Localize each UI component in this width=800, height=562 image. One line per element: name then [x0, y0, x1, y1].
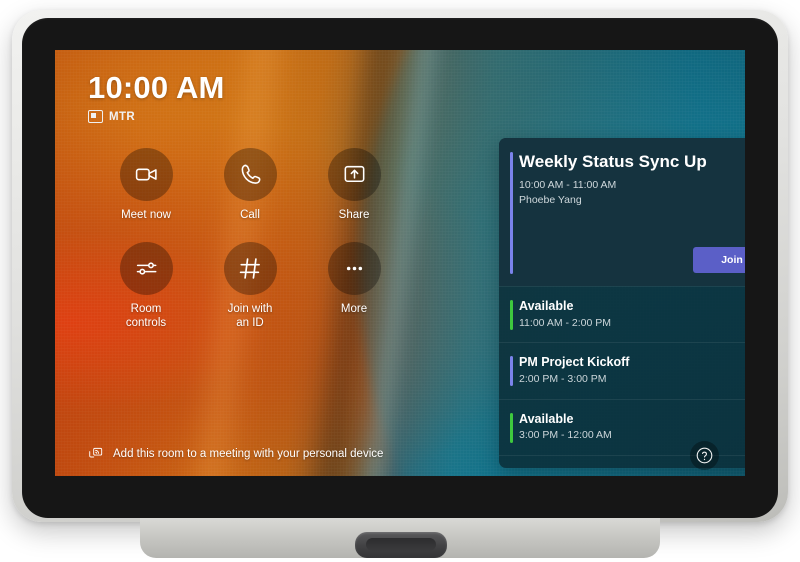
- agenda-title: PM Project Kickoff: [519, 355, 630, 370]
- join-button[interactable]: Join: [693, 247, 745, 273]
- sliders-icon: [136, 262, 156, 275]
- phone-icon: [241, 164, 260, 184]
- meeting-title: Weekly Status Sync Up: [519, 152, 707, 171]
- action-grid: Meet now Call Share Room controls Join w…: [117, 148, 417, 350]
- screen-bottom-band: [55, 476, 745, 490]
- meeting-accent-bar: [510, 152, 513, 274]
- current-time: 10:00 AM: [88, 70, 225, 105]
- room-mode: MTR: [88, 110, 225, 123]
- schedule-panel: Weekly Status Sync Up 10:00 AM - 11:00 A…: [499, 138, 745, 468]
- action-meet-now-label: Meet now: [121, 209, 171, 221]
- device-stand-notch-inner: [366, 538, 436, 551]
- action-room-controls[interactable]: Room controls: [117, 242, 175, 330]
- action-meet-now[interactable]: Meet now: [117, 148, 175, 222]
- action-more[interactable]: More: [325, 242, 383, 330]
- agenda-time: 3:00 PM - 12:00 AM: [519, 429, 612, 442]
- action-room-controls-circle[interactable]: [119, 242, 173, 296]
- help-button[interactable]: [690, 441, 719, 470]
- action-join-with-id-label: Join with an ID: [227, 303, 273, 330]
- display-icon: [88, 110, 103, 123]
- touch-console-screen: 10:00 AM MTR Meet now Call Share Room co…: [55, 50, 745, 490]
- video-camera-icon: [135, 168, 157, 181]
- meeting-organizer: Phoebe Yang: [519, 194, 582, 207]
- action-row-primary: Meet now Call Share: [117, 148, 417, 222]
- agenda-time: 11:00 AM - 2:00 PM: [519, 316, 612, 329]
- agenda-title: Available: [519, 299, 574, 313]
- ellipsis-icon: [346, 266, 362, 271]
- agenda-time: 2:00 PM - 3:00 PM: [519, 372, 607, 385]
- add-room-hint-text: Add this room to a meeting with your per…: [113, 448, 384, 460]
- agenda-accent-bar: [510, 412, 513, 443]
- add-room-hint[interactable]: Add this room to a meeting with your per…: [88, 446, 383, 462]
- share-screen-icon: [344, 165, 364, 183]
- action-room-controls-label: Room controls: [125, 303, 167, 330]
- question-mark-icon: [696, 447, 713, 464]
- meeting-time: 10:00 AM - 11:00 AM: [519, 178, 617, 191]
- action-join-with-id-circle[interactable]: [223, 242, 277, 296]
- screenshot-stage: 10:00 AM MTR Meet now Call Share Room co…: [0, 0, 800, 562]
- agenda-title: Available: [519, 411, 574, 426]
- action-call-circle[interactable]: [223, 148, 277, 201]
- clock-block: 10:00 AM MTR: [88, 72, 225, 123]
- action-row-secondary: Room controls Join with an ID More: [117, 242, 417, 330]
- hash-icon: [239, 258, 260, 279]
- current-meeting-card[interactable]: Weekly Status Sync Up 10:00 AM - 11:00 A…: [499, 138, 745, 286]
- action-join-with-id[interactable]: Join with an ID: [221, 242, 279, 330]
- agenda-accent-bar: [510, 300, 513, 330]
- action-share-label: Share: [338, 209, 370, 221]
- agenda-row-available-morning[interactable]: Available 11:00 AM - 2:00 PM: [499, 286, 745, 342]
- action-share-circle[interactable]: [327, 148, 381, 201]
- action-call[interactable]: Call: [221, 148, 279, 222]
- action-call-label: Call: [240, 209, 260, 221]
- action-meet-now-circle[interactable]: [119, 148, 173, 201]
- cast-to-room-icon: [89, 447, 103, 458]
- agenda-accent-bar: [510, 356, 513, 387]
- agenda-row-pm-project-kickoff[interactable]: PM Project Kickoff 2:00 PM - 3:00 PM ›: [499, 342, 745, 398]
- action-more-circle[interactable]: [327, 242, 381, 296]
- room-mode-label: MTR: [109, 110, 136, 123]
- action-more-label: More: [340, 303, 368, 316]
- action-share[interactable]: Share: [325, 148, 383, 222]
